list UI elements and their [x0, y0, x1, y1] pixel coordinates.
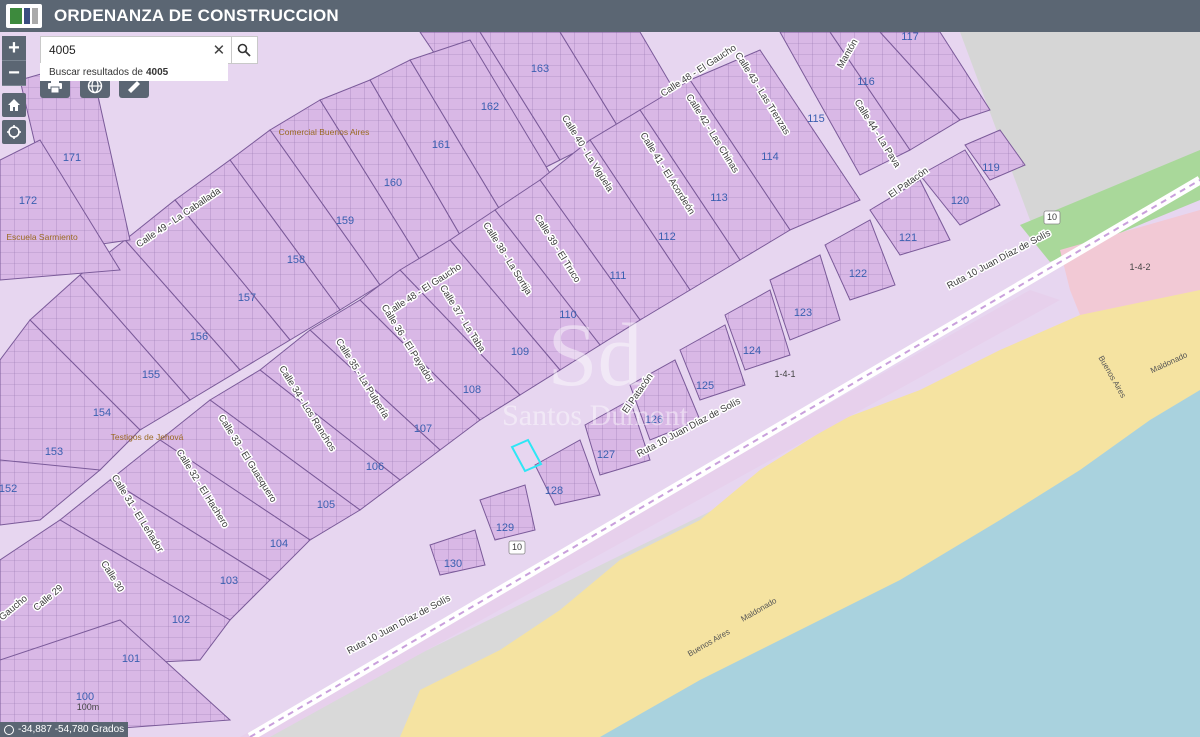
block-label: 105 [317, 499, 335, 511]
app-logo [6, 4, 42, 28]
search-input[interactable] [47, 42, 208, 58]
zone-label: 100m [77, 702, 100, 712]
block-label: 120 [951, 195, 969, 207]
coordinates-readout: -34,887 -54,780 Grados [18, 724, 125, 735]
block-label: 116 [857, 76, 875, 88]
home-button[interactable] [2, 93, 26, 117]
block-label: 130 [444, 558, 462, 570]
clear-search-button[interactable]: ✕ [207, 38, 230, 62]
watermark-text: Santos Dumont [502, 399, 689, 432]
logo-icon [10, 8, 38, 24]
block-label: 125 [696, 380, 714, 392]
app-header: ORDENANZA DE CONSTRUCCION [0, 0, 1200, 32]
block-label: 171 [63, 152, 81, 164]
zoom-control: + − [2, 36, 26, 86]
poi-label: Testigos de Jehová [111, 432, 184, 442]
block-label: 156 [190, 331, 208, 343]
block-label: 104 [270, 538, 288, 550]
highlighted-parcel[interactable] [510, 438, 543, 473]
results-term: 4005 [145, 66, 169, 78]
block-label: 114 [761, 151, 779, 163]
zoom-in-button[interactable]: + [2, 36, 26, 61]
route-shield-label: 10 [1047, 212, 1057, 222]
block-label: 127 [597, 449, 615, 461]
locate-button[interactable] [2, 120, 26, 144]
block-label: 109 [511, 346, 529, 358]
zone-label: 1-4-2 [1129, 262, 1150, 272]
block-label: 158 [287, 254, 305, 266]
block-label: 111 [610, 270, 627, 282]
block-label: 128 [545, 485, 563, 497]
poi-label: Comercial Buenos Aires [279, 127, 370, 137]
app-title: ORDENANZA DE CONSTRUCCION [54, 6, 339, 25]
block-label: 102 [172, 614, 190, 626]
block-label: 153 [45, 446, 63, 458]
poi-label: Escuela Sarmiento [6, 232, 78, 242]
block-label: 101 [122, 653, 140, 665]
block-label: 119 [982, 162, 1000, 174]
search-button[interactable] [230, 37, 257, 63]
locate-icon [7, 125, 21, 139]
block-label: 160 [384, 177, 402, 189]
coordinates-bar: -34,887 -54,780 Grados [0, 722, 129, 737]
printer-icon [48, 79, 62, 93]
block-label: 117 [901, 32, 919, 43]
block-label: 103 [220, 575, 238, 587]
map-view[interactable]: 163 162 161 160 159 158 157 156 155 154 153 152 171 1… [0, 32, 1200, 737]
search-box: ✕ [40, 36, 258, 64]
street-label: Ruta 10 Juan Díaz de Solís [945, 228, 1052, 292]
block-label: 157 [238, 292, 256, 304]
block-label: 113 [710, 192, 728, 204]
block-label: 123 [794, 307, 812, 319]
block-label: 106 [366, 461, 384, 473]
close-icon: ✕ [212, 42, 226, 59]
block-label: 152 [0, 483, 17, 495]
block-label: 155 [142, 369, 160, 381]
watermark-monogram: Sd [547, 306, 642, 405]
map-canvas[interactable]: 163 162 161 160 159 158 157 156 155 154 153 152 171 1… [0, 32, 1200, 737]
zone-label: 1-4-1 [774, 369, 795, 379]
block-label: 172 [19, 195, 37, 207]
block-label: 122 [849, 268, 867, 280]
block-label: 161 [432, 139, 450, 151]
block-label: 121 [899, 232, 917, 244]
zoom-out-button[interactable]: − [2, 61, 26, 86]
crosshair-icon [4, 724, 14, 735]
results-prefix: Buscar resultados de [49, 66, 143, 78]
block-label: 159 [336, 215, 354, 227]
block-label: 112 [658, 231, 676, 243]
home-icon [8, 99, 20, 111]
search-icon [237, 43, 251, 57]
block-label: 108 [463, 384, 481, 396]
route-shield-label: 10 [512, 542, 522, 552]
block-label: 162 [481, 101, 499, 113]
block-label: 124 [743, 345, 761, 357]
block-label: 129 [496, 522, 514, 534]
block-label: 115 [807, 113, 825, 125]
block-label: 163 [531, 63, 549, 75]
block-label: 107 [414, 423, 432, 435]
block-label: 154 [93, 407, 111, 419]
search-results-suggestion[interactable]: Buscar resultados de 4005 [40, 63, 228, 81]
